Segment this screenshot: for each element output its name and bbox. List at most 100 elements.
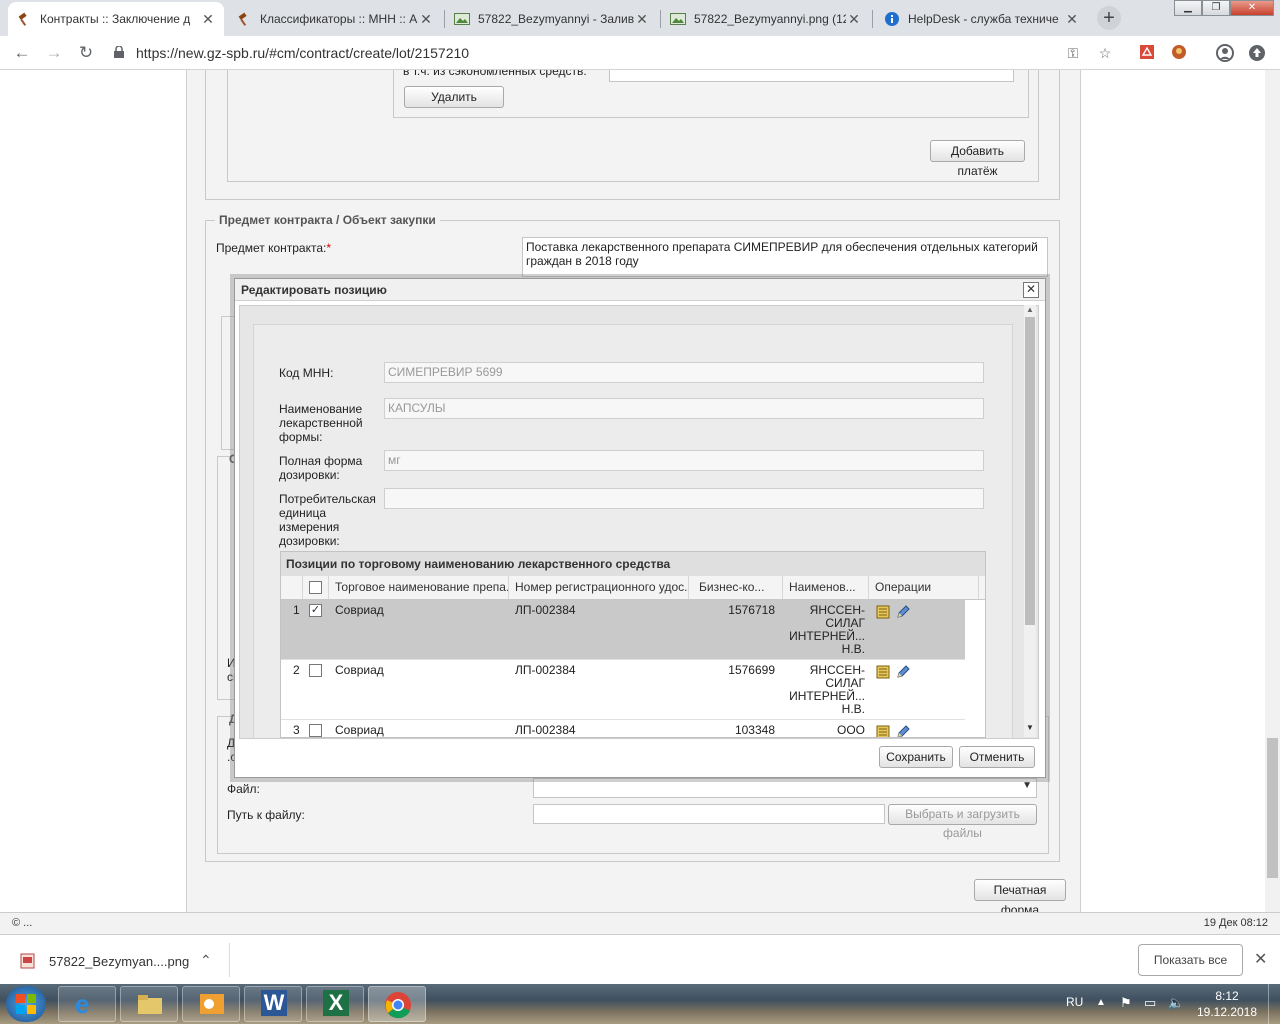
business-code-cell: 103348 xyxy=(734,723,775,737)
document-icon[interactable] xyxy=(875,664,891,680)
minimize-button[interactable]: ▁ xyxy=(1174,0,1202,16)
maker-cell: ООО xyxy=(836,723,865,737)
show-desktop-button[interactable] xyxy=(1268,984,1280,1024)
close-icon[interactable]: ✕ xyxy=(200,11,216,28)
forward-arrow-icon[interactable]: → xyxy=(44,43,64,63)
dialog-scrollbar[interactable]: ▲ ▼ xyxy=(1024,305,1036,737)
chevron-up-icon[interactable]: ⌃ xyxy=(200,952,212,969)
header-business-code[interactable]: Бизнес-ко... xyxy=(689,576,783,599)
full-dosage-field[interactable]: мг xyxy=(384,450,984,471)
file-explorer-icon[interactable] xyxy=(120,986,178,1022)
header-operations: Операции xyxy=(869,576,979,599)
save-button[interactable]: Сохранить xyxy=(879,746,953,768)
start-button[interactable] xyxy=(6,986,46,1022)
maker-cell: ЯНССЕН- СИЛАГ ИНТЕРНЕЙ... Н.В. xyxy=(789,603,865,656)
maximize-button[interactable]: ❐ xyxy=(1202,0,1230,16)
update-icon[interactable] xyxy=(1248,44,1266,62)
windows-logo-icon xyxy=(16,994,36,1014)
scroll-down-arrow[interactable]: ▼ xyxy=(1024,723,1036,733)
consumer-unit-field[interactable] xyxy=(384,488,984,509)
table-row[interactable]: 1 ✓ Совриад ЛП-002384 1576718 ЯНССЕН- СИЛ… xyxy=(281,600,965,660)
reload-icon[interactable]: ↻ xyxy=(76,43,96,63)
document-icon[interactable] xyxy=(875,604,891,620)
economy-input[interactable] xyxy=(609,70,1014,82)
subject-textarea[interactable]: Поставка лекарственного препарата СИМЕПР… xyxy=(522,237,1048,277)
header-num xyxy=(281,576,303,599)
address-bar[interactable]: https://new.gz-spb.ru/#cm/contract/creat… xyxy=(114,41,1124,65)
cancel-button[interactable]: Отменить xyxy=(959,746,1035,768)
gavel-icon xyxy=(236,11,252,27)
edit-pencil-icon[interactable] xyxy=(895,604,911,620)
delete-payment-button[interactable]: Удалить xyxy=(404,86,504,108)
add-payment-button[interactable]: Добавить платёж xyxy=(930,140,1025,178)
row-checkbox[interactable] xyxy=(309,664,322,677)
tab-label: 57822_Bezymyannyi - Залив xyxy=(478,12,634,26)
close-icon[interactable]: ✕ xyxy=(846,11,862,28)
tab-contracts[interactable]: Контракты :: Заключение д ✕ xyxy=(8,2,224,36)
row-checkbox[interactable]: ✓ xyxy=(309,604,322,617)
outlook-icon[interactable] xyxy=(182,986,240,1022)
select-all-checkbox[interactable] xyxy=(309,581,322,594)
print-form-button[interactable]: Печатная форма xyxy=(974,879,1066,912)
dosage-form-field[interactable]: КАПСУЛЫ xyxy=(384,398,984,419)
scrollbar-thumb[interactable] xyxy=(1025,317,1035,625)
volume-icon[interactable]: 🔈 xyxy=(1168,995,1184,1011)
close-icon[interactable]: ✕ xyxy=(1023,282,1039,298)
new-tab-button[interactable]: + xyxy=(1097,6,1121,30)
tray-expand-icon[interactable]: ▲ xyxy=(1096,997,1106,1008)
edit-pencil-icon[interactable] xyxy=(895,664,911,680)
header-maker[interactable]: Наименов... xyxy=(783,576,869,599)
download-item[interactable]: 57822_Bezymyan....png ⌃ xyxy=(10,943,230,977)
action-center-icon[interactable]: ⚑ xyxy=(1120,995,1132,1011)
scrollbar-thumb[interactable] xyxy=(1267,738,1278,878)
header-reg-number[interactable]: Номер регистрационного удос... xyxy=(509,576,689,599)
header-checkbox-cell xyxy=(303,576,329,599)
excel-icon[interactable]: X xyxy=(306,986,364,1022)
web-page: в т.ч. из сэкономленных средств: Удалить… xyxy=(0,70,1280,912)
trade-name-cell: Совриад xyxy=(335,723,384,737)
tab-label: Контракты :: Заключение д xyxy=(40,12,191,26)
header-trade-name[interactable]: Торговое наименование препа... xyxy=(329,576,509,599)
chrome-icon[interactable] xyxy=(368,986,426,1022)
row-checkbox[interactable] xyxy=(309,724,322,737)
tab-image-png[interactable]: 57822_Bezymyannyi.png (12 ✕ xyxy=(662,2,870,36)
pdf-extension-icon[interactable] xyxy=(1138,44,1156,62)
internet-explorer-icon[interactable]: e xyxy=(58,986,116,1022)
trade-name-cell: Совриад xyxy=(335,603,384,617)
clock-time[interactable]: 8:12 xyxy=(1200,989,1254,1003)
network-icon[interactable]: ▭ xyxy=(1144,995,1156,1011)
back-arrow-icon[interactable]: ← xyxy=(12,43,32,63)
tab-classifiers[interactable]: Классификаторы :: МНН :: А ✕ xyxy=(228,2,442,36)
upload-files-button[interactable]: Выбрать и загрузить файлы xyxy=(888,804,1037,840)
gavel-icon xyxy=(16,11,32,27)
close-icon[interactable]: ✕ xyxy=(418,11,434,28)
star-icon[interactable]: ☆ xyxy=(1096,44,1114,62)
image-icon xyxy=(454,11,470,27)
scroll-up-arrow[interactable]: ▲ xyxy=(1024,305,1036,315)
table-row[interactable]: 3 Совриад ЛП-002384 103348 ООО xyxy=(281,720,965,738)
dialog-title: Редактировать позицию xyxy=(235,279,1045,301)
language-indicator[interactable]: RU xyxy=(1066,995,1083,1009)
file-path-input[interactable] xyxy=(533,804,885,824)
edit-pencil-icon[interactable] xyxy=(895,724,911,738)
extension-icon[interactable] xyxy=(1170,44,1188,62)
close-icon[interactable]: ✕ xyxy=(1064,11,1080,28)
close-icon[interactable]: ✕ xyxy=(1254,949,1267,969)
mnn-code-field[interactable]: СИМЕПРЕВИР 5699 xyxy=(384,362,984,383)
clock-date[interactable]: 19.12.2018 xyxy=(1196,1005,1258,1019)
tab-separator xyxy=(872,10,873,28)
tab-image-edit[interactable]: 57822_Bezymyannyi - Залив ✕ xyxy=(446,2,658,36)
table-row[interactable]: 2 Совриад ЛП-002384 1576699 ЯНССЕН- СИЛАГ… xyxy=(281,660,965,720)
window-close-button[interactable]: ✕ xyxy=(1230,0,1274,16)
show-all-downloads-button[interactable]: Показать все xyxy=(1138,944,1243,976)
tab-helpdesk[interactable]: HelpDesk - служба техниче ✕ xyxy=(876,2,1088,36)
windows-taskbar: e W X RU ▲ ⚑ ▭ 🔈 8:12 19.12.2018 xyxy=(0,984,1280,1024)
key-icon[interactable]: ⚿ xyxy=(1064,44,1082,62)
account-icon[interactable] xyxy=(1216,44,1234,62)
close-icon[interactable]: ✕ xyxy=(634,11,650,28)
grid-header: Торговое наименование препа... Номер рег… xyxy=(281,576,985,600)
word-icon[interactable]: W xyxy=(244,986,302,1022)
page-scrollbar[interactable] xyxy=(1265,70,1280,912)
document-icon[interactable] xyxy=(875,724,891,738)
file-select[interactable]: ▼ xyxy=(533,778,1037,798)
